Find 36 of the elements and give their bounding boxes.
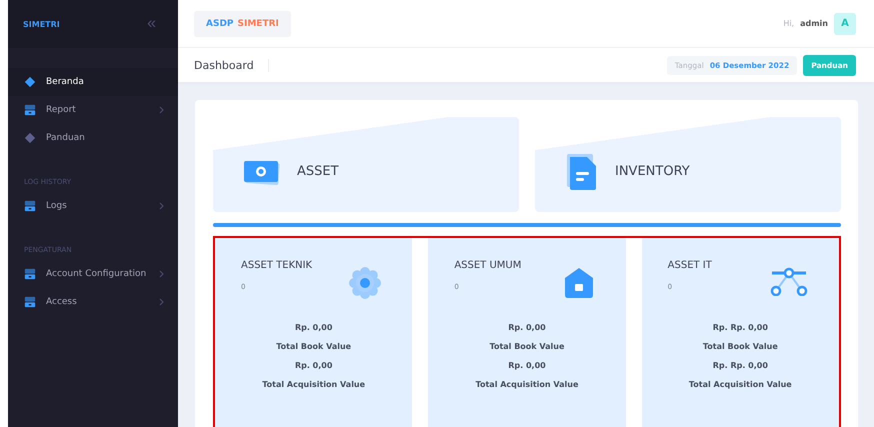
card-title: ASSET UMUM [454, 260, 522, 271]
value-label: Total Book Value [275, 342, 352, 351]
sidebar-item[interactable]: Access [8, 288, 178, 316]
value-amount: Rp. Rp. 0,00 [712, 361, 769, 370]
sidebar-item[interactable]: Report [8, 96, 178, 124]
value-amount: Rp. 0,00 [507, 361, 547, 370]
value-amount: Rp. Rp. 0,00 [712, 323, 769, 332]
value-label: Total Acquisition Value [688, 380, 793, 389]
sidebar-item[interactable]: Beranda [8, 68, 178, 96]
user-name: admin [800, 19, 828, 28]
brand-name: SIMETRI [23, 20, 60, 28]
drawer-icon [24, 104, 36, 116]
sidebar-item[interactable]: Logs [8, 192, 178, 220]
flower-icon [348, 266, 382, 300]
card-title: ASSET TEKNIK [241, 260, 314, 271]
drawer-icon [24, 296, 36, 308]
sidebar-item[interactable]: Panduan [8, 124, 178, 152]
value-label: Total Acquisition Value [474, 380, 580, 389]
value-amount: Rp. 0,00 [507, 323, 547, 332]
network-icon [768, 266, 809, 296]
value-amount: Rp. 0,00 [294, 323, 334, 332]
module-card[interactable]: INVENTORY [535, 117, 841, 212]
page-title: Dashboard [194, 58, 269, 72]
value-amount: Rp. 0,00 [294, 361, 334, 370]
document-icon [565, 152, 599, 190]
value-label: Total Book Value [702, 342, 779, 351]
drawer-icon [24, 200, 36, 212]
sidebar-item[interactable]: Account Configuration [8, 260, 178, 288]
diamond-icon [24, 132, 36, 144]
card-title: ASSET IT [668, 260, 713, 271]
module-card[interactable]: ASSET [213, 117, 519, 212]
value-label: Total Acquisition Value [261, 380, 366, 389]
diamond-icon [24, 76, 36, 88]
greeting-text: Hi, [783, 19, 794, 28]
drawer-icon [24, 268, 36, 280]
value-label: Total Book Value [488, 342, 566, 351]
